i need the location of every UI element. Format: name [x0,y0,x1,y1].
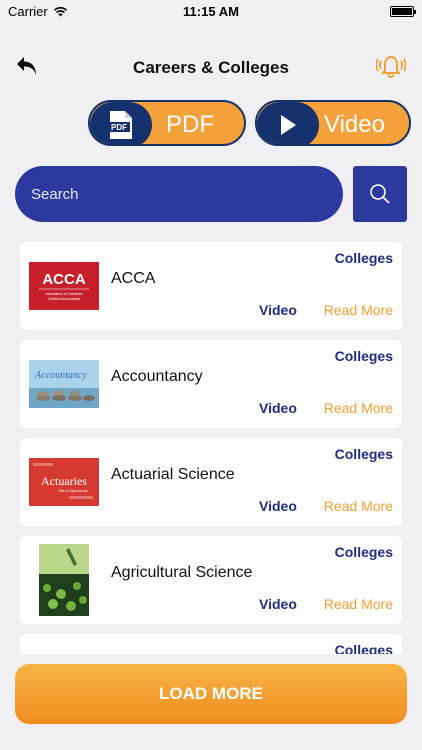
svg-text:Association of Chartered: Association of Chartered [45,292,82,296]
list-item[interactable]: Accountancy Accountancy Colleges Video R… [20,340,402,428]
back-arrow-icon [17,57,36,75]
read-more-link[interactable]: Read More [324,400,393,416]
status-bar: Carrier 11:15 AM [0,0,422,22]
back-button[interactable] [14,54,44,82]
acca-thumbnail: ACCA Association of Chartered Certified … [29,262,99,310]
search-button[interactable] [353,166,407,222]
video-toggle-button[interactable]: Video [255,100,411,146]
accountancy-thumb-text: Accountancy [34,370,87,381]
battery-icon [390,5,416,17]
colleges-link[interactable]: Colleges [335,544,393,560]
list-item[interactable]: Agricultural Science Colleges Video Read… [20,536,402,624]
career-name: ACCA [111,270,156,287]
career-name: Accountancy [111,368,203,385]
pdf-file-icon: PDF [108,111,132,139]
colleges-link[interactable]: Colleges [335,348,393,364]
pdf-label: PDF [166,111,214,138]
career-name: Agricultural Science [111,564,253,581]
read-more-link[interactable]: Read More [324,302,393,318]
colleges-link[interactable]: Colleges [335,446,393,462]
pdf-icon-circle: PDF [90,102,152,144]
svg-text:Certified Accountants: Certified Accountants [48,297,80,301]
svg-text:PDF: PDF [111,123,127,132]
read-more-link[interactable]: Read More [324,596,393,612]
video-link[interactable]: Video [259,498,297,514]
wifi-icon [53,6,67,16]
career-list: ACCA Association of Chartered Certified … [20,242,402,654]
actuaries-thumb-sub: Risk is Opportunity [58,489,88,493]
video-link[interactable]: Video [259,302,297,318]
list-item[interactable]: Colleges [20,634,402,654]
actuaries-thumbnail: Actuaries Risk is Opportunity [29,458,99,506]
carrier-label: Carrier [8,3,48,19]
video-link[interactable]: Video [259,596,297,612]
search-icon [370,184,390,204]
ringing-bell-icon [375,55,407,78]
page-title: Careers & Colleges [133,58,289,77]
career-name: Actuarial Science [111,466,235,483]
read-more-link[interactable]: Read More [324,498,393,514]
accountancy-thumbnail: Accountancy [29,360,99,408]
header: Careers & Colleges [0,48,422,88]
status-left: Carrier [8,4,68,19]
pdf-toggle-button[interactable]: PDF PDF [88,100,246,146]
colleges-link[interactable]: Colleges [335,642,393,654]
notification-button[interactable] [375,54,407,82]
agriculture-thumbnail [39,544,89,616]
play-icon [281,115,296,135]
colleges-link[interactable]: Colleges [335,250,393,266]
list-item[interactable]: ACCA Association of Chartered Certified … [20,242,402,330]
video-link[interactable]: Video [259,400,297,416]
list-item[interactable]: Actuaries Risk is Opportunity Actuarial … [20,438,402,526]
video-icon-circle [257,102,319,144]
actuaries-thumb-text: Actuaries [41,474,87,488]
search-input[interactable] [15,166,343,222]
load-more-button[interactable]: LOAD MORE [15,664,407,724]
acca-logo-text: ACCA [42,271,85,288]
video-label: Video [324,111,385,138]
